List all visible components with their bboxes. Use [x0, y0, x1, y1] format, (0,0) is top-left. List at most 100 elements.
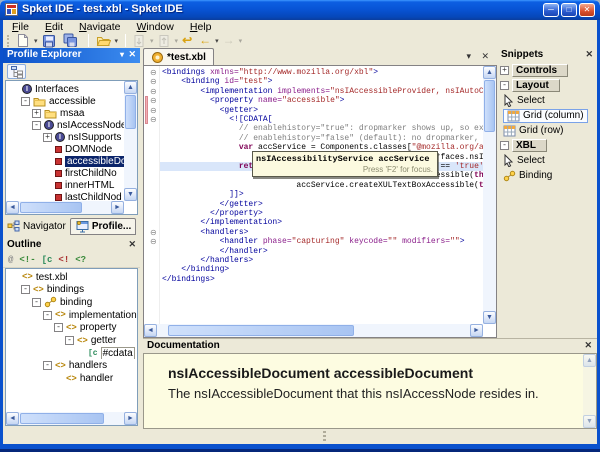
tree-item-accessibledo[interactable]: accessibleDo: [6, 156, 124, 168]
snippet-section-layout[interactable]: -Layout: [497, 78, 597, 93]
tree-item-handler[interactable]: <>handler: [6, 373, 137, 385]
code-line[interactable]: <handler phase="capturing" keycode="" mo…: [162, 237, 483, 246]
snippet-grid-row[interactable]: Grid (row): [497, 123, 597, 138]
code-line[interactable]: </binding>: [162, 265, 483, 274]
menu-edit[interactable]: Edit: [37, 21, 71, 33]
last-edit-button[interactable]: ↩: [180, 33, 197, 48]
sash-grip-icon[interactable]: [323, 431, 326, 442]
prev-annotation-button[interactable]: ▾: [156, 33, 181, 48]
code-line[interactable]: </handlers>: [162, 256, 483, 265]
profile-tree-hscrollbar[interactable]: ◄ ►: [6, 201, 124, 214]
save-all-button[interactable]: [61, 33, 83, 48]
view-tab-profile[interactable]: Profile...: [70, 218, 136, 235]
code-line[interactable]: <implementation implements="nsIAccessibl…: [162, 87, 483, 96]
scroll-right-icon[interactable]: ►: [111, 201, 124, 214]
tree-item-domnode[interactable]: DOMNode: [6, 144, 124, 156]
tree-item-implementation[interactable]: -<>implementation: [6, 309, 137, 321]
code-line[interactable]: <getter>: [162, 106, 483, 115]
close-button[interactable]: ✕: [579, 3, 595, 17]
tree-expander-icon[interactable]: +: [43, 133, 52, 142]
documentation-vscrollbar[interactable]: ▲ ▼: [583, 354, 596, 428]
fold-collapse-icon[interactable]: ⊖: [150, 77, 157, 86]
new-file-button[interactable]: ▾: [14, 33, 40, 48]
tree-item-getter[interactable]: -<>getter: [6, 335, 137, 347]
fold-collapse-icon[interactable]: ⊖: [150, 228, 157, 237]
minimize-button[interactable]: ─: [543, 3, 559, 17]
maximize-button[interactable]: □: [561, 3, 577, 17]
editor-menu-chevron-icon[interactable]: ▾: [466, 51, 471, 62]
section-expander-icon[interactable]: +: [500, 66, 509, 75]
tree-expander-icon[interactable]: -: [65, 336, 74, 345]
tree-item-bindings[interactable]: -<>bindings: [6, 284, 137, 296]
documentation-header[interactable]: Documentation ✕: [143, 338, 597, 353]
code-line[interactable]: </bindings>: [162, 275, 483, 284]
editor-hscrollbar[interactable]: ◄ ►: [144, 324, 483, 337]
fold-collapse-icon[interactable]: ⊖: [150, 237, 157, 246]
next-annotation-button[interactable]: ▾: [131, 33, 156, 48]
menu-navigate[interactable]: Navigate: [71, 21, 128, 33]
scroll-up-icon[interactable]: ▲: [124, 81, 137, 94]
tree-item-binding[interactable]: -binding: [6, 296, 137, 308]
outline-close-icon[interactable]: ✕: [128, 239, 136, 250]
tree-item-lastchildnod[interactable]: lastChildNod: [6, 192, 124, 201]
vscroll-thumb[interactable]: [484, 80, 495, 132]
code-line[interactable]: <property name="accessible">: [162, 96, 483, 105]
tree-expander-icon[interactable]: -: [32, 298, 41, 307]
tree-item-msaa[interactable]: +msaa: [6, 107, 124, 119]
dropdown-arrow-icon[interactable]: ▾: [115, 37, 119, 45]
code-line[interactable]: // enablehistory="false" (default): no d…: [162, 134, 483, 143]
snippet-section-controls[interactable]: +Controls: [497, 63, 597, 78]
snippet-select[interactable]: Select: [497, 93, 597, 108]
snippets-close-icon[interactable]: ✕: [585, 49, 593, 60]
tree-expander-icon[interactable]: -: [21, 97, 30, 106]
scroll-left-icon[interactable]: ◄: [6, 412, 19, 425]
snippets-header[interactable]: Snippets ✕: [497, 48, 597, 63]
tree-item-nsiaccessnode[interactable]: -InsIAccessNode: [6, 119, 124, 131]
cdata-filter-icon[interactable]: [c: [42, 255, 53, 265]
tree-expander-icon[interactable]: -: [21, 285, 30, 294]
tree-expander-icon[interactable]: -: [32, 121, 41, 130]
editor-close-icon[interactable]: ✕: [481, 51, 489, 62]
code-line[interactable]: </property>: [162, 209, 483, 218]
tree-expander-icon[interactable]: -: [43, 361, 52, 370]
back-button[interactable]: ←▾: [197, 33, 221, 48]
snippet-section-xbl[interactable]: -XBL: [497, 138, 597, 153]
hscroll-thumb[interactable]: [20, 202, 82, 213]
tree-expander-icon[interactable]: -: [43, 311, 52, 320]
fold-collapse-icon[interactable]: ⊖: [150, 96, 157, 105]
doctype-filter-icon[interactable]: <!: [58, 255, 69, 265]
editor-vscrollbar[interactable]: ▲ ▼: [483, 66, 496, 324]
tree-item-cdata[interactable]: [c#cdata: [6, 347, 137, 359]
bottom-sash[interactable]: [3, 429, 597, 444]
code-line[interactable]: ]]>: [162, 190, 483, 199]
snippet-binding[interactable]: Binding: [497, 168, 597, 183]
dropdown-arrow-icon[interactable]: ▾: [150, 37, 154, 45]
dropdown-arrow-icon[interactable]: ▾: [175, 37, 179, 45]
dropdown-arrow-icon[interactable]: ▾: [239, 37, 243, 45]
pi-filter-icon[interactable]: <?: [75, 255, 86, 265]
code-line[interactable]: </getter>: [162, 200, 483, 209]
fold-collapse-icon[interactable]: ⊖: [150, 87, 157, 96]
menu-file[interactable]: File: [4, 21, 37, 33]
code-text-area[interactable]: <bindings xmlns="http://www.mozilla.org/…: [160, 66, 483, 324]
dropdown-arrow-icon[interactable]: ▾: [215, 37, 219, 45]
outline-hscrollbar[interactable]: ◄ ►: [6, 412, 137, 425]
snippet-grid-column[interactable]: Grid (column): [497, 108, 597, 123]
comment-filter-icon[interactable]: <!-: [19, 255, 35, 265]
hierarchy-view-button[interactable]: [7, 64, 26, 79]
code-line[interactable]: </implementation>: [162, 218, 483, 227]
tree-item-handlers[interactable]: -<>handlers: [6, 360, 137, 372]
title-bar[interactable]: Spket IDE - test.xbl - Spket IDE ─□✕: [0, 0, 600, 20]
section-expander-icon[interactable]: -: [500, 141, 509, 150]
dropdown-arrow-icon[interactable]: ▾: [34, 37, 38, 45]
tree-item-nsisupports[interactable]: +InsISupports: [6, 131, 124, 143]
tree-item-test-xbl[interactable]: <>test.xbl: [6, 271, 137, 283]
documentation-close-icon[interactable]: ✕: [584, 340, 592, 351]
tree-expander-icon[interactable]: +: [32, 109, 41, 118]
open-folder-button[interactable]: ▾: [94, 33, 121, 48]
tree-item-accessible[interactable]: -accessible: [6, 95, 124, 107]
save-button[interactable]: [40, 33, 61, 48]
tree-item-innerhtml[interactable]: innerHTML: [6, 180, 124, 192]
tree-item-interfaces[interactable]: IInterfaces: [6, 83, 124, 95]
code-line[interactable]: <bindings xmlns="http://www.mozilla.org/…: [162, 68, 483, 77]
